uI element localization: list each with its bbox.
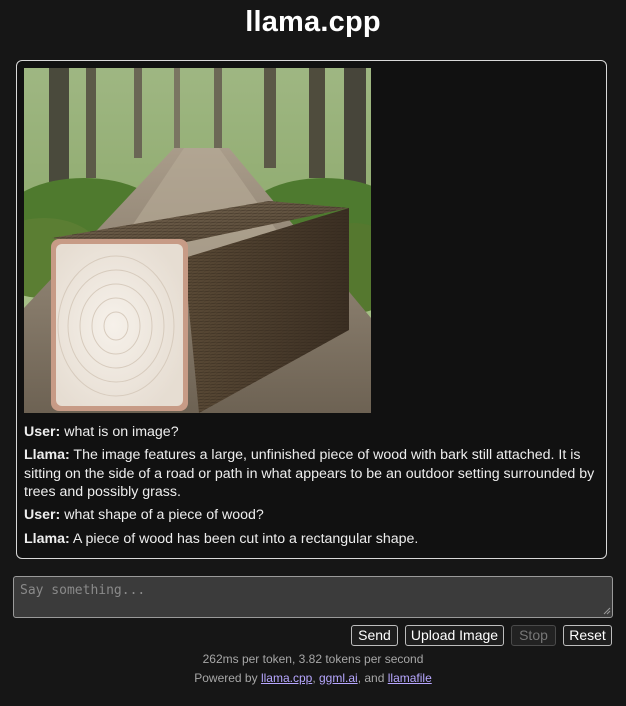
page-title: llama.cpp	[245, 6, 381, 38]
message-input[interactable]	[13, 576, 613, 618]
chat-message: Llama: The image features a large, unfin…	[24, 446, 596, 502]
stop-button[interactable]: Stop	[511, 625, 556, 646]
separator: , and	[357, 671, 385, 685]
chat-log: User: what is on image? Llama: The image…	[16, 60, 607, 559]
powered-prefix: Powered by	[194, 671, 258, 685]
message-text: A piece of wood has been cut into a rect…	[72, 531, 419, 547]
powered-by: Powered by llama.cpp, ggml.ai, and llama…	[0, 671, 626, 685]
reset-button[interactable]: Reset	[563, 625, 612, 646]
separator: ,	[312, 671, 316, 685]
upload-image-button[interactable]: Upload Image	[405, 625, 504, 646]
chat-message: Llama: A piece of wood has been cut into…	[24, 530, 596, 549]
resize-grip-icon[interactable]	[601, 605, 611, 615]
uploaded-image	[24, 68, 371, 413]
send-button[interactable]: Send	[351, 625, 398, 646]
token-stats: 262ms per token, 3.82 tokens per second	[202, 652, 424, 666]
chat-message: User: what shape of a piece of wood?	[24, 506, 596, 525]
message-text: what is on image?	[64, 424, 179, 440]
message-text: The image features a large, unfinished p…	[24, 447, 595, 500]
llamafile-link[interactable]: llamafile	[388, 671, 432, 685]
message-role: User:	[24, 424, 61, 440]
message-role: Llama:	[24, 447, 70, 463]
message-role: User:	[24, 507, 61, 523]
llama-cpp-link[interactable]: llama.cpp	[261, 671, 312, 685]
ggml-link[interactable]: ggml.ai	[319, 671, 358, 685]
chat-message: User: what is on image?	[24, 423, 596, 442]
message-role: Llama:	[24, 531, 70, 547]
message-text: what shape of a piece of wood?	[64, 507, 264, 523]
